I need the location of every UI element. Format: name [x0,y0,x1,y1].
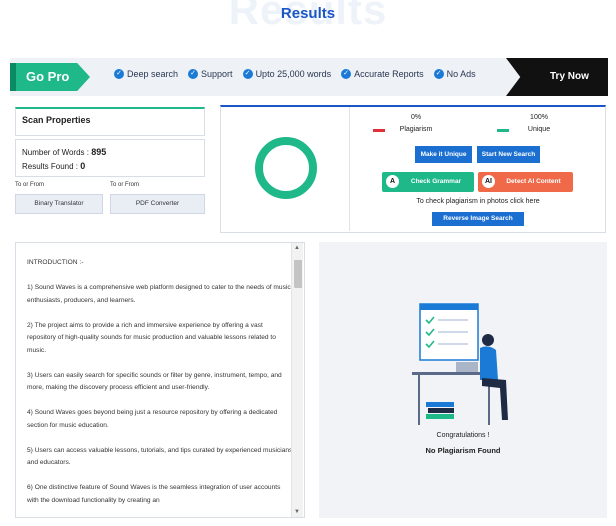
plagiarism-legend-label: Plagiarism [399,126,433,133]
results-found-value: 0 [80,161,86,171]
feature-support: ✓ Support [188,69,233,79]
word-count-value: 895 [91,147,107,157]
text-paragraph: 1) Sound Waves is a comprehensive web pl… [27,284,291,304]
book-stack [426,402,454,407]
result-divider [349,107,350,231]
start-new-search-button[interactable]: Start New Search [477,146,540,163]
grammar-icon: A [386,175,399,188]
check-icon: ✓ [242,69,253,79]
text-paragraph: 6) One distinctive feature of Sound Wave… [27,484,281,504]
check-icon: ✓ [341,69,352,79]
document-text-panel[interactable]: INTRODUCTION :- 1) Sound Waves is a comp… [15,242,305,518]
feature-label: Accurate Reports [354,69,424,79]
scan-counts: Number of Words : 895 Results Found : 0 [15,139,205,177]
document-text: INTRODUCTION :- 1) Sound Waves is a comp… [27,257,293,517]
binary-translator-button[interactable]: Binary Translator [15,194,103,214]
feature-label: Deep search [127,69,179,79]
ai-icon: AI [482,175,495,188]
results-header: Results Results [0,0,616,40]
check-icon: ✓ [114,69,124,79]
text-paragraph: 3) Users can easily search for specific … [27,371,282,392]
plagiarism-legend-swatch [373,129,385,132]
uniqueness-ring [255,137,317,199]
reverse-image-search-button[interactable]: Reverse Image Search [432,212,524,226]
text-paragraph: 5) Users can access valuable lessons, tu… [27,446,293,467]
text-scrollbar[interactable]: ▲ ▼ [291,243,303,517]
feature-word-limit: ✓ Upto 25,000 words [242,69,332,79]
detect-ai-label: Detect AI Content [506,178,561,185]
results-found: Results Found : 0 [16,157,204,171]
plagiarism-percent: 0% [410,114,422,121]
check-icon: ✓ [188,69,199,79]
go-pro-label[interactable]: Go Pro [10,63,90,91]
pdf-converter-button[interactable]: PDF Converter [110,194,205,214]
word-count: Number of Words : 895 [16,140,204,157]
check-grammar-button[interactable]: A Check Grammar [382,172,474,192]
congratulations-text: Congratulations ! [436,432,490,439]
scan-properties-header: Scan Properties [15,107,205,136]
check-grammar-label: Check Grammar [410,178,462,185]
text-paragraph: INTRODUCTION :- [27,259,84,266]
text-paragraph: 4) Sound Waves goes beyond being just a … [27,409,278,429]
make-it-unique-button[interactable]: Make it Unique [415,146,472,163]
laptop [456,362,478,372]
pro-features-list: ✓ Deep search ✓ Support ✓ Upto 25,000 words… [114,69,476,79]
scroll-down-arrow-icon[interactable]: ▼ [294,509,300,515]
person-at-desk-illustration [412,303,508,425]
tool-caption-binary: To or From [15,182,45,188]
feature-label: Support [201,69,233,79]
scrollbar-thumb[interactable] [294,260,302,288]
text-paragraph: 2) The project aims to provide a rich an… [27,321,276,354]
feature-deep-search: ✓ Deep search [114,69,178,79]
person-head [482,334,494,346]
go-pro-edge [10,63,16,91]
feature-no-ads: ✓ No Ads [433,69,476,79]
unique-legend-swatch [497,129,509,132]
detect-ai-button[interactable]: AI Detect AI Content [478,172,573,192]
unique-percent: 100% [530,114,548,121]
feature-accurate-reports: ✓ Accurate Reports [341,69,424,79]
scroll-up-arrow-icon[interactable]: ▲ [294,245,300,251]
tool-caption-pdf: To or From [110,182,140,188]
word-count-label: Number of Words : [22,148,89,157]
no-plagiarism-text: No Plagiarism Found [425,446,501,455]
unique-legend-label: Unique [527,126,551,133]
try-now-button[interactable]: Try Now [506,58,608,96]
scan-properties-title: Scan Properties [22,115,91,125]
check-icon: ✓ [433,69,444,79]
feature-label: No Ads [446,69,476,79]
results-title: Results [280,5,336,22]
results-found-label: Results Found : [22,162,79,171]
person-body [480,346,498,380]
image-search-hint: To check plagiarism in photos click here [416,198,540,205]
feature-label: Upto 25,000 words [255,69,332,79]
